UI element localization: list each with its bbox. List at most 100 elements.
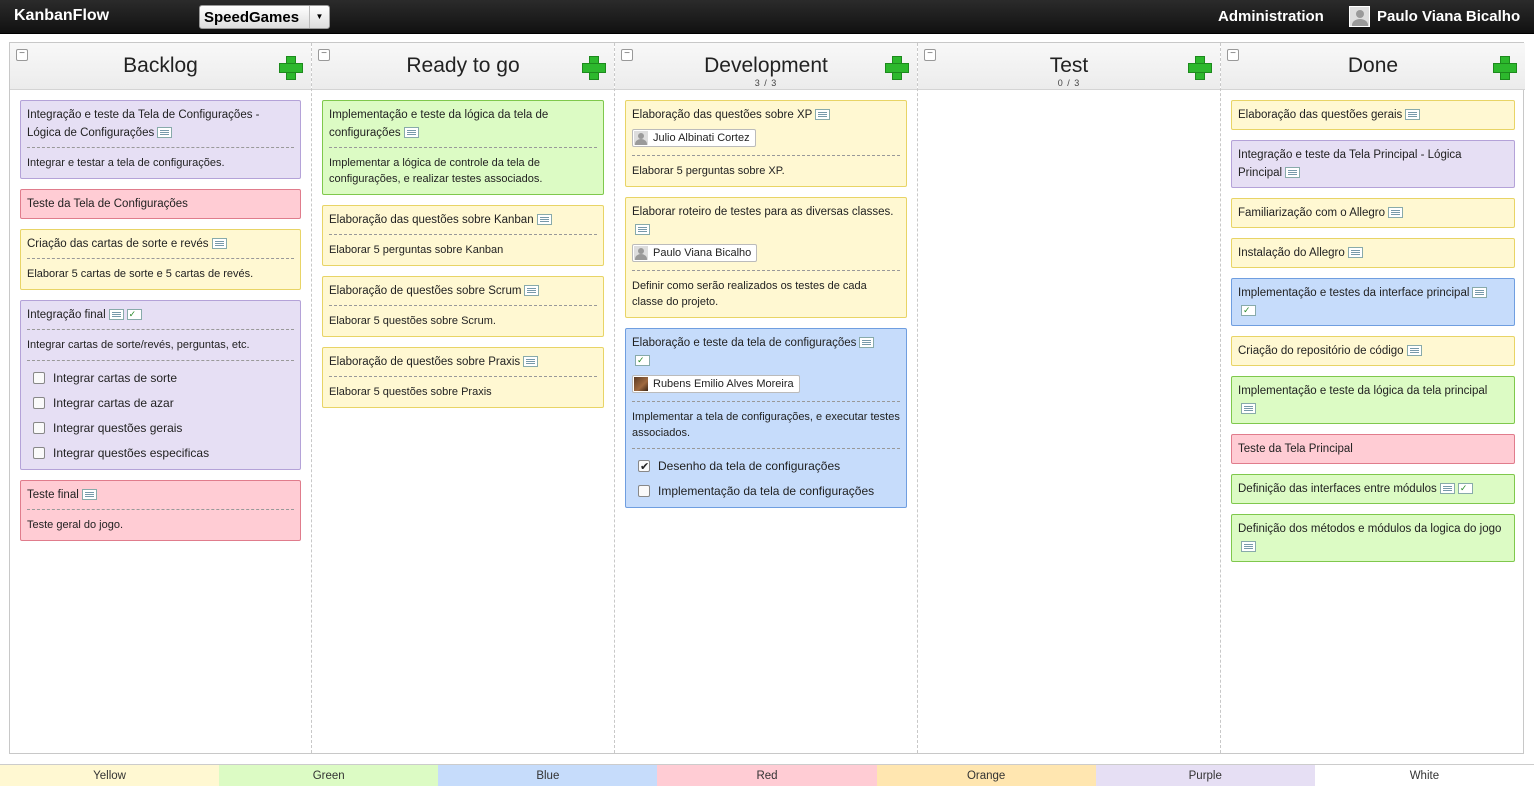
legend-yellow[interactable]: Yellow xyxy=(0,765,220,786)
task-card[interactable]: Teste da Tela Principal xyxy=(1231,434,1515,464)
subtask-label: Integrar questões especificas xyxy=(53,445,210,460)
add-task-icon[interactable] xyxy=(1188,56,1212,80)
task-title: Integração final xyxy=(27,309,106,321)
app-logo[interactable]: KanbanFlow xyxy=(14,7,109,25)
task-title-row: Teste da Tela Principal xyxy=(1232,435,1514,463)
task-card[interactable]: Elaboração de questões sobre Praxis Elabo… xyxy=(322,347,604,408)
board-select[interactable]: SpeedGames ▼ xyxy=(199,5,330,29)
note-icon[interactable] xyxy=(1285,167,1301,179)
note-icon[interactable] xyxy=(1241,541,1256,553)
note-icon[interactable] xyxy=(1347,247,1363,259)
note-icon[interactable] xyxy=(523,356,539,368)
subtask-item[interactable]: Integrar questões gerais xyxy=(27,415,294,440)
note-icon[interactable] xyxy=(108,309,124,321)
note-icon[interactable] xyxy=(815,109,831,121)
checklist-icon[interactable]: ✓ xyxy=(126,309,142,321)
task-description: Integrar cartas de sorte/revés, pergunta… xyxy=(27,329,294,360)
note-icon[interactable] xyxy=(1406,345,1422,357)
add-task-icon[interactable] xyxy=(1493,56,1517,80)
subtask-item[interactable]: Integrar cartas de sorte xyxy=(27,365,294,390)
assignee-tag[interactable]: Julio Albinati Cortez xyxy=(632,129,756,147)
subtask-item[interactable]: Implementação da tela de configurações xyxy=(632,478,900,503)
assignee-row: Rubens Emilio Alves Moreira xyxy=(626,375,906,401)
collapse-icon[interactable]: − xyxy=(1227,49,1239,61)
chevron-down-icon[interactable]: ▼ xyxy=(309,6,329,28)
note-icon[interactable] xyxy=(81,489,97,501)
legend-blue[interactable]: Blue xyxy=(438,765,658,786)
note-icon[interactable] xyxy=(211,238,227,250)
task-title: Teste da Tela Principal xyxy=(1238,443,1353,455)
subtask-checkbox[interactable] xyxy=(33,396,45,409)
note-icon[interactable] xyxy=(536,214,552,226)
note-icon[interactable] xyxy=(1405,109,1421,121)
collapse-icon[interactable]: − xyxy=(16,49,28,61)
add-task-icon[interactable] xyxy=(885,56,909,80)
card-list: Implementação e teste da lógica da tela … xyxy=(312,90,614,408)
task-title: Integração e teste da Tela Principal - L… xyxy=(1238,149,1462,179)
subtask-checkbox[interactable] xyxy=(33,446,45,459)
task-description: Elaborar 5 cartas de sorte e 5 cartas de… xyxy=(27,258,294,289)
task-card[interactable]: Definição dos métodos e módulos da logic… xyxy=(1231,514,1515,562)
task-card[interactable]: Teste da Tela de Configurações xyxy=(20,189,301,219)
note-icon[interactable] xyxy=(635,224,650,236)
task-card[interactable]: Implementação e teste da lógica da tela … xyxy=(322,100,604,195)
note-icon[interactable] xyxy=(403,127,419,139)
task-card[interactable]: Definição das interfaces entre módulos ✓ xyxy=(1231,474,1515,504)
legend-white[interactable]: White xyxy=(1314,765,1534,786)
note-icon[interactable] xyxy=(1241,403,1256,415)
task-card[interactable]: Elaboração de questões sobre Scrum Elabor… xyxy=(322,276,604,337)
subtask-item[interactable]: Integrar questões especificas xyxy=(27,440,294,465)
task-card[interactable]: Integração final ✓ Integrar cartas de sort… xyxy=(20,300,301,470)
task-title-row: Definição dos métodos e módulos da logic… xyxy=(1232,515,1514,561)
add-task-icon[interactable] xyxy=(582,56,606,80)
column-title: Backlog xyxy=(123,54,198,77)
administration-link[interactable]: Administration xyxy=(1218,8,1324,25)
task-card[interactable]: Integração e teste da Tela de Configuraç… xyxy=(20,100,301,179)
task-card[interactable]: Integração e teste da Tela Principal - L… xyxy=(1231,140,1515,188)
note-icon[interactable] xyxy=(1439,483,1455,495)
note-icon[interactable] xyxy=(157,127,173,139)
checklist-icon[interactable]: ✓ xyxy=(1457,483,1473,495)
task-card[interactable]: Elaborar roteiro de testes para as diver… xyxy=(625,197,907,318)
subtask-checkbox[interactable] xyxy=(638,458,650,476)
note-icon[interactable] xyxy=(524,285,540,297)
assignee-tag[interactable]: Rubens Emilio Alves Moreira xyxy=(632,375,800,393)
assignee-tag[interactable]: Paulo Viana Bicalho xyxy=(632,244,758,262)
note-icon[interactable] xyxy=(1388,207,1404,219)
subtask-checkbox[interactable] xyxy=(33,421,45,434)
note-icon[interactable] xyxy=(1472,287,1488,299)
subtask-item[interactable]: Integrar cartas de azar xyxy=(27,390,294,415)
task-description: Elaborar 5 questões sobre Praxis xyxy=(329,376,597,407)
legend-green[interactable]: Green xyxy=(219,765,439,786)
task-card[interactable]: Implementação e teste da lógica da tela … xyxy=(1231,376,1515,424)
legend-orange[interactable]: Orange xyxy=(876,765,1096,786)
task-card[interactable]: Familiarização com o Allegro xyxy=(1231,198,1515,228)
subtask-checkbox[interactable] xyxy=(638,484,650,497)
task-card[interactable]: Implementação e testes da interface prin… xyxy=(1231,278,1515,326)
task-title: Instalação do Allegro xyxy=(1238,247,1345,259)
task-card[interactable]: Teste final Teste geral do jogo. xyxy=(20,480,301,541)
subtask-checkbox[interactable] xyxy=(33,371,45,384)
legend-red[interactable]: Red xyxy=(657,765,877,786)
user-menu[interactable]: Paulo Viana Bicalho xyxy=(1349,6,1520,27)
task-card[interactable]: Elaboração e teste da tela de configuraç… xyxy=(625,328,907,508)
checklist-icon[interactable]: ✓ xyxy=(635,355,650,367)
column-header: − Development 3 / 3 xyxy=(615,43,917,90)
task-card[interactable]: Criação do repositório de código xyxy=(1231,336,1515,366)
task-card[interactable]: Elaboração das questões sobre XP Julio Al… xyxy=(625,100,907,187)
collapse-icon[interactable]: − xyxy=(318,49,330,61)
collapse-icon[interactable]: − xyxy=(924,49,936,61)
checklist-icon[interactable]: ✓ xyxy=(1241,305,1256,317)
collapse-icon[interactable]: − xyxy=(621,49,633,61)
task-card[interactable]: Instalação do Allegro xyxy=(1231,238,1515,268)
task-card[interactable]: Elaboração das questões sobre Kanban Elab… xyxy=(322,205,604,266)
note-icon[interactable] xyxy=(859,337,875,349)
column-development: − Development 3 / 3 Elaboração das questões… xyxy=(615,43,918,753)
card-list: Elaboração das questões sobre XP Julio Al… xyxy=(615,90,917,508)
column-title: Development xyxy=(704,54,828,77)
subtask-item[interactable]: Desenho da tela de configurações xyxy=(632,453,900,478)
add-task-icon[interactable] xyxy=(279,56,303,80)
task-card[interactable]: Elaboração das questões gerais xyxy=(1231,100,1515,130)
task-card[interactable]: Criação das cartas de sorte e revés Elabo… xyxy=(20,229,301,290)
legend-purple[interactable]: Purple xyxy=(1095,765,1315,786)
